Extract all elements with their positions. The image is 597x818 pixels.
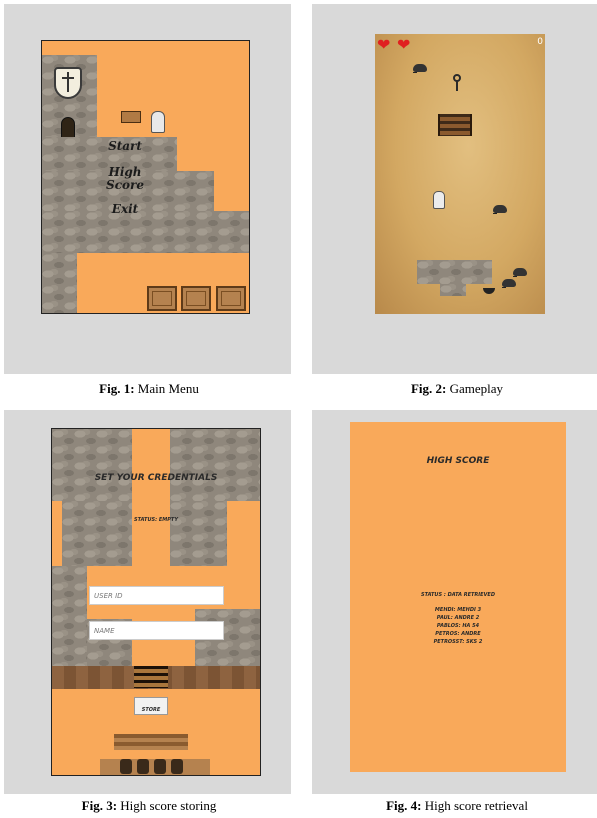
- stone-steps-3: [42, 211, 249, 253]
- crate-2: [181, 286, 211, 311]
- figure-4-caption: Fig. 4: High score retrieval: [386, 798, 528, 813]
- highscore-title: HIGH SCORE: [426, 456, 490, 466]
- highscore-entry: MEHDI: MEHDI 3: [434, 607, 482, 613]
- figure-3-caption: Fig. 3: High score storing: [81, 798, 217, 813]
- spider-enemy-icon: [493, 205, 507, 214]
- heart-icon: ❤: [377, 37, 391, 54]
- stone-wall-right-2: [170, 501, 227, 566]
- figure-2-caption: Fig. 2: Gameplay: [410, 381, 504, 396]
- stone-platform: [417, 260, 492, 284]
- castle-tower: [42, 55, 97, 139]
- credentials-title: SET YOUR CREDENTIALS: [94, 473, 218, 483]
- knight-icon: [151, 111, 165, 133]
- barrel-icon: [171, 759, 183, 774]
- heart-icon: ❤: [397, 37, 411, 54]
- credentials-screen: SET YOUR CREDENTIALS STATUS: EMPTY USER …: [51, 428, 261, 776]
- figure-3-panel: SET YOUR CREDENTIALS STATUS: EMPTY USER …: [4, 410, 291, 794]
- barrel-icon: [154, 759, 166, 774]
- highscore-screen: HIGH SCORE STATUS : DATA RETRIEVED MEHDI…: [350, 422, 566, 772]
- main-menu-screen: Start High Score Exit: [41, 40, 250, 314]
- menu-exit[interactable]: Exit: [100, 202, 150, 216]
- menu-start[interactable]: Start: [100, 139, 150, 153]
- highscore-entry: PETROSST: SKS 2: [433, 639, 483, 645]
- crate-3: [216, 286, 246, 311]
- credentials-status: STATUS: EMPTY: [134, 517, 178, 523]
- spider-enemy-icon: [513, 268, 527, 277]
- knight-player-icon: [433, 191, 445, 209]
- spider-enemy-icon: [413, 64, 427, 73]
- barrels-shelf: [100, 759, 210, 775]
- barrel-icon: [137, 759, 149, 774]
- stone-wall-right: [170, 429, 260, 501]
- highscore-status: STATUS : DATA RETRIEVED: [421, 592, 495, 598]
- castle-door: [61, 117, 75, 139]
- highscore-entry: PABLOS: HA 54: [436, 623, 480, 629]
- shield-icon: [54, 67, 82, 99]
- signpost-icon: [121, 111, 141, 123]
- crate-1: [147, 286, 177, 311]
- figure-4-panel: HIGH SCORE STATUS : DATA RETRIEVED MEHDI…: [312, 410, 597, 794]
- user-id-input[interactable]: USER ID: [89, 586, 224, 605]
- figure-1-caption: Fig. 1: Main Menu: [99, 381, 199, 396]
- key-shaft: [456, 81, 458, 91]
- gameplay-screen: ❤ ❤ 0: [375, 34, 545, 314]
- stone-wall-left-3: [52, 566, 87, 666]
- highscore-entry: PETROS: ANDRE: [435, 631, 481, 637]
- wooden-platform: [438, 114, 472, 136]
- wooden-table: [114, 734, 188, 750]
- highscore-entry: PAUL: ANDRE 2: [436, 615, 480, 621]
- highscore-list: MEHDI: MEHDI 3 PAUL: ANDRE 2 PABLOS: HA 54…: [350, 606, 566, 646]
- ladder-icon: [134, 666, 168, 688]
- name-input[interactable]: NAME: [89, 621, 224, 640]
- store-button[interactable]: STORE: [134, 697, 168, 715]
- score-counter: 0: [537, 37, 543, 47]
- stone-column: [42, 253, 77, 313]
- stone-wall-left: [52, 429, 132, 501]
- sword-icon: [67, 72, 69, 92]
- figure-2-panel: ❤ ❤ 0: [312, 4, 597, 374]
- stone-platform-base: [440, 284, 466, 296]
- spider-enemy-icon: [502, 279, 516, 288]
- store-button-label: STORE: [141, 707, 161, 713]
- menu-high-score[interactable]: High Score: [97, 166, 153, 192]
- figure-1-panel: Start High Score Exit: [4, 4, 291, 374]
- bowl-icon: [483, 288, 495, 294]
- stone-wall-left-2: [62, 501, 132, 566]
- barrel-icon: [120, 759, 132, 774]
